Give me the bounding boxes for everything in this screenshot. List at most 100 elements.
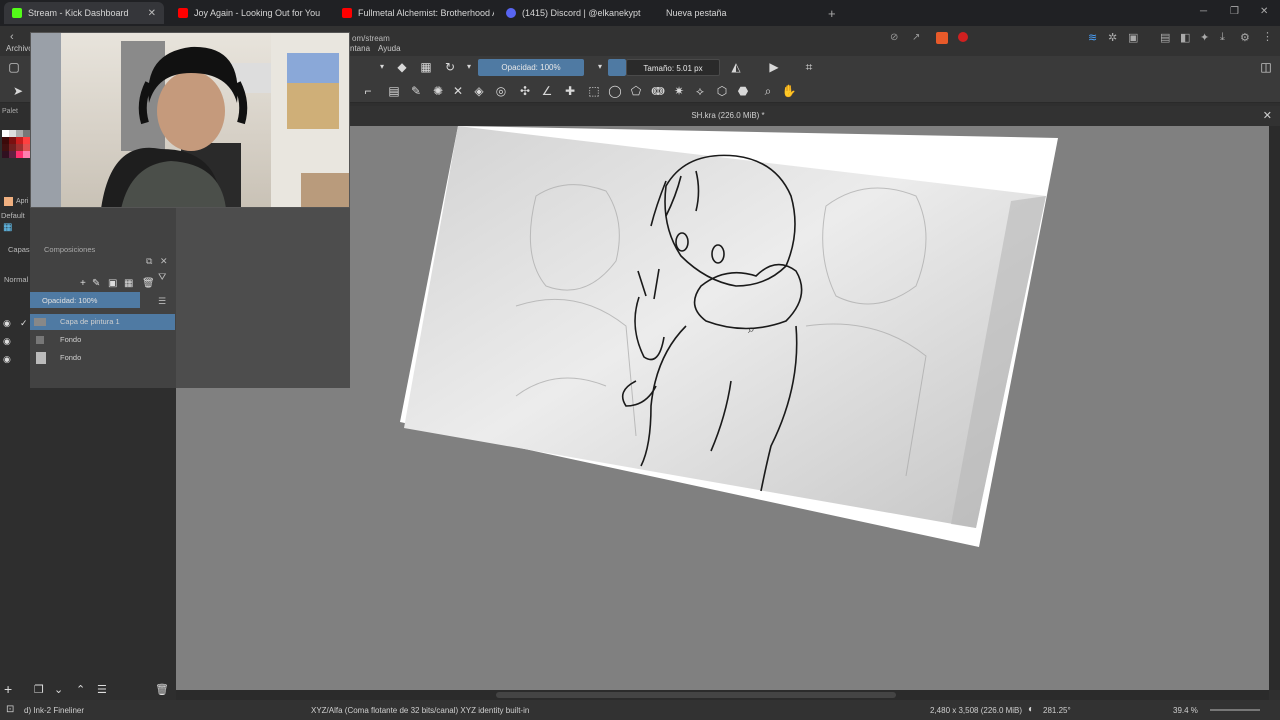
palette-swatch[interactable] bbox=[2, 137, 9, 144]
crop-icon[interactable]: ⌗ bbox=[801, 59, 817, 75]
delete-layer-icon[interactable]: 🗑 bbox=[155, 683, 169, 696]
maximize-icon[interactable]: ❐ bbox=[1230, 6, 1239, 17]
edit-icon[interactable]: ✎ bbox=[92, 278, 100, 289]
palette-swatch[interactable] bbox=[16, 151, 23, 158]
select-tool-icon[interactable]: ➤ bbox=[10, 83, 26, 99]
checkmark-icon[interactable]: ✓ bbox=[20, 318, 28, 329]
dropdown-icon[interactable]: ▾ bbox=[374, 59, 390, 75]
enclose-fill-icon[interactable]: ◎ bbox=[493, 83, 509, 99]
save-icon[interactable]: ▣ bbox=[108, 278, 117, 289]
bookmark-icon[interactable]: ≋ bbox=[1088, 31, 1097, 44]
record-icon[interactable] bbox=[958, 32, 968, 42]
menu-window[interactable]: ntana bbox=[350, 44, 370, 53]
tab-discord[interactable]: (1415) Discord | @elkanekypt bbox=[498, 2, 658, 24]
tab-youtube-fma[interactable]: Fullmetal Alchemist: Brotherhood Al bbox=[334, 2, 494, 24]
zoom-slider[interactable] bbox=[1210, 709, 1260, 711]
horizontal-scrollbar[interactable] bbox=[176, 690, 1269, 700]
fill-tool-icon[interactable]: ◈ bbox=[471, 83, 487, 99]
smart-patch-icon[interactable]: ✺ bbox=[430, 83, 446, 99]
palette-swatch[interactable] bbox=[9, 151, 16, 158]
menu-icon[interactable]: ⋮ bbox=[1262, 30, 1273, 43]
add-icon[interactable]: + bbox=[80, 278, 86, 289]
palette-swatch[interactable] bbox=[2, 130, 9, 137]
eyedropper-icon[interactable]: ✎ bbox=[408, 83, 424, 99]
ellipse-select-icon[interactable]: ◯ bbox=[607, 83, 623, 99]
similar-select-icon[interactable]: ⟡ bbox=[692, 83, 708, 99]
download-icon[interactable]: ⤓ bbox=[1220, 31, 1225, 44]
palette-swatch[interactable] bbox=[9, 144, 16, 151]
layer-properties-icon[interactable]: ☰ bbox=[97, 683, 107, 696]
reload-preset-icon[interactable]: ↻ bbox=[442, 59, 458, 75]
back-icon[interactable]: ‹ bbox=[10, 31, 14, 43]
close-tab-icon[interactable]: ✕ bbox=[140, 8, 156, 19]
palette-swatch[interactable] bbox=[2, 151, 9, 158]
filter-icon[interactable]: ⛛ bbox=[158, 272, 166, 283]
new-document-icon[interactable]: ▢ bbox=[6, 59, 22, 75]
close-window-icon[interactable]: ✕ bbox=[1260, 6, 1268, 17]
extensions-icon[interactable]: ✲ bbox=[1108, 31, 1117, 44]
assistant-tool-icon[interactable]: ✕ bbox=[450, 83, 466, 99]
visibility-eye-icon[interactable]: ◉ bbox=[3, 336, 11, 347]
share-icon[interactable]: ↗ bbox=[912, 32, 920, 43]
brush-icon[interactable]: ⊡ bbox=[6, 704, 14, 715]
minimize-icon[interactable]: ─ bbox=[1200, 6, 1207, 17]
opacity-slider[interactable]: Opacidad: 100% bbox=[478, 59, 584, 76]
palette-swatch[interactable] bbox=[23, 144, 30, 151]
move-down-icon[interactable]: ⌄ bbox=[54, 683, 63, 696]
freehand-select-icon[interactable]: ↈ bbox=[650, 83, 666, 99]
mirror-horizontal-icon[interactable]: ◭ bbox=[728, 59, 744, 75]
horizontal-scroll-thumb[interactable] bbox=[496, 692, 896, 698]
eraser-icon[interactable]: ◆ bbox=[394, 59, 410, 75]
sidebar-icon[interactable]: ◧ bbox=[1180, 31, 1190, 44]
layer-row[interactable]: Capa de pintura 1 bbox=[30, 314, 175, 330]
visibility-eye-icon[interactable]: ◉ bbox=[3, 318, 11, 329]
layer-menu-icon[interactable]: ☰ bbox=[158, 296, 166, 307]
trash-icon[interactable]: 🗑 bbox=[142, 278, 155, 289]
camera-off-icon[interactable]: ⊘ bbox=[890, 32, 898, 43]
crop-tool-icon[interactable]: ⌐ bbox=[360, 83, 376, 99]
puzzle-icon[interactable]: ✦ bbox=[1200, 31, 1209, 44]
palette-swatch[interactable] bbox=[9, 130, 16, 137]
palette-swatch[interactable] bbox=[23, 130, 30, 137]
size-slider[interactable]: Tamaño: 5.01 px bbox=[626, 59, 720, 76]
palette-grid-icon[interactable]: ▦ bbox=[3, 222, 12, 233]
color-swatch[interactable] bbox=[608, 59, 626, 76]
measure-tool-icon[interactable]: ∠ bbox=[539, 83, 555, 99]
dropdown-icon[interactable]: ▾ bbox=[461, 59, 477, 75]
palette-swatch[interactable] bbox=[16, 130, 23, 137]
tab-compositions[interactable]: Composiciones bbox=[44, 245, 95, 254]
layer-row[interactable]: Fondo bbox=[30, 350, 175, 366]
tab-new-tab[interactable]: Nueva pestaña bbox=[658, 2, 818, 24]
gradient-tool-icon[interactable]: ▤ bbox=[386, 83, 402, 99]
blend-mode-select[interactable]: Normal bbox=[4, 275, 28, 284]
palette-swatch[interactable] bbox=[23, 137, 30, 144]
new-tab-button[interactable]: + bbox=[828, 6, 836, 21]
add-layer-icon[interactable]: + bbox=[4, 681, 12, 697]
reading-list-icon[interactable]: ▤ bbox=[1160, 31, 1170, 44]
palette-swatch[interactable] bbox=[16, 144, 23, 151]
palette-swatch[interactable] bbox=[16, 137, 23, 144]
address-text[interactable]: om/stream bbox=[352, 34, 390, 43]
close-document-icon[interactable]: ✕ bbox=[1263, 106, 1272, 126]
mirror-vertical-icon[interactable]: ▶ bbox=[766, 59, 782, 75]
move-up-icon[interactable]: ⌃ bbox=[76, 683, 85, 696]
reference-tool-icon[interactable]: ✚ bbox=[562, 83, 578, 99]
grid-icon[interactable]: ▦ bbox=[124, 278, 133, 289]
tab-layers[interactable]: Capas bbox=[8, 245, 30, 254]
selected-swatch[interactable] bbox=[4, 197, 13, 206]
menu-help[interactable]: Ayuda bbox=[378, 44, 401, 53]
settings-icon[interactable]: ⚙ bbox=[1240, 31, 1250, 44]
visibility-eye-icon[interactable]: ◉ bbox=[3, 354, 11, 365]
tab-youtube-joy-again[interactable]: Joy Again - Looking Out for You bbox=[170, 2, 330, 24]
pan-tool-icon[interactable]: ✋ bbox=[781, 83, 797, 99]
layer-row[interactable]: Fondo bbox=[30, 332, 175, 348]
bezier-select-icon[interactable]: ⬡ bbox=[714, 83, 730, 99]
zoom-tool-icon[interactable]: ⌕ bbox=[760, 83, 776, 99]
rect-select-icon[interactable]: ⬚ bbox=[586, 83, 602, 99]
menu-file[interactable]: Archivo bbox=[6, 44, 33, 53]
dropdown-icon[interactable]: ▾ bbox=[592, 59, 608, 75]
extension-icon[interactable] bbox=[936, 32, 948, 44]
float-docker-icon[interactable]: ⧉ bbox=[146, 256, 152, 267]
vertical-scrollbar[interactable] bbox=[1269, 126, 1280, 690]
palette-swatch[interactable] bbox=[2, 144, 9, 151]
